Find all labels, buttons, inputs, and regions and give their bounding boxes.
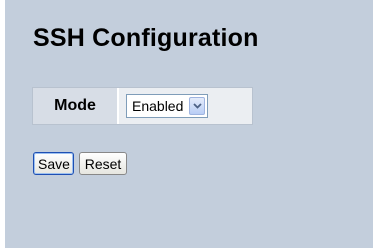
mode-label: Mode xyxy=(33,88,119,124)
ssh-config-table: Mode Enabled xyxy=(32,87,253,125)
page-title: SSH Configuration xyxy=(33,24,259,52)
left-frame-edge xyxy=(0,0,5,248)
mode-select-value: Enabled xyxy=(132,98,184,114)
save-button[interactable]: Save xyxy=(33,152,74,175)
mode-select[interactable]: Enabled xyxy=(126,94,208,118)
reset-button[interactable]: Reset xyxy=(79,152,127,175)
chevron-down-icon[interactable] xyxy=(189,97,205,115)
mode-select-cell: Enabled xyxy=(119,88,252,124)
